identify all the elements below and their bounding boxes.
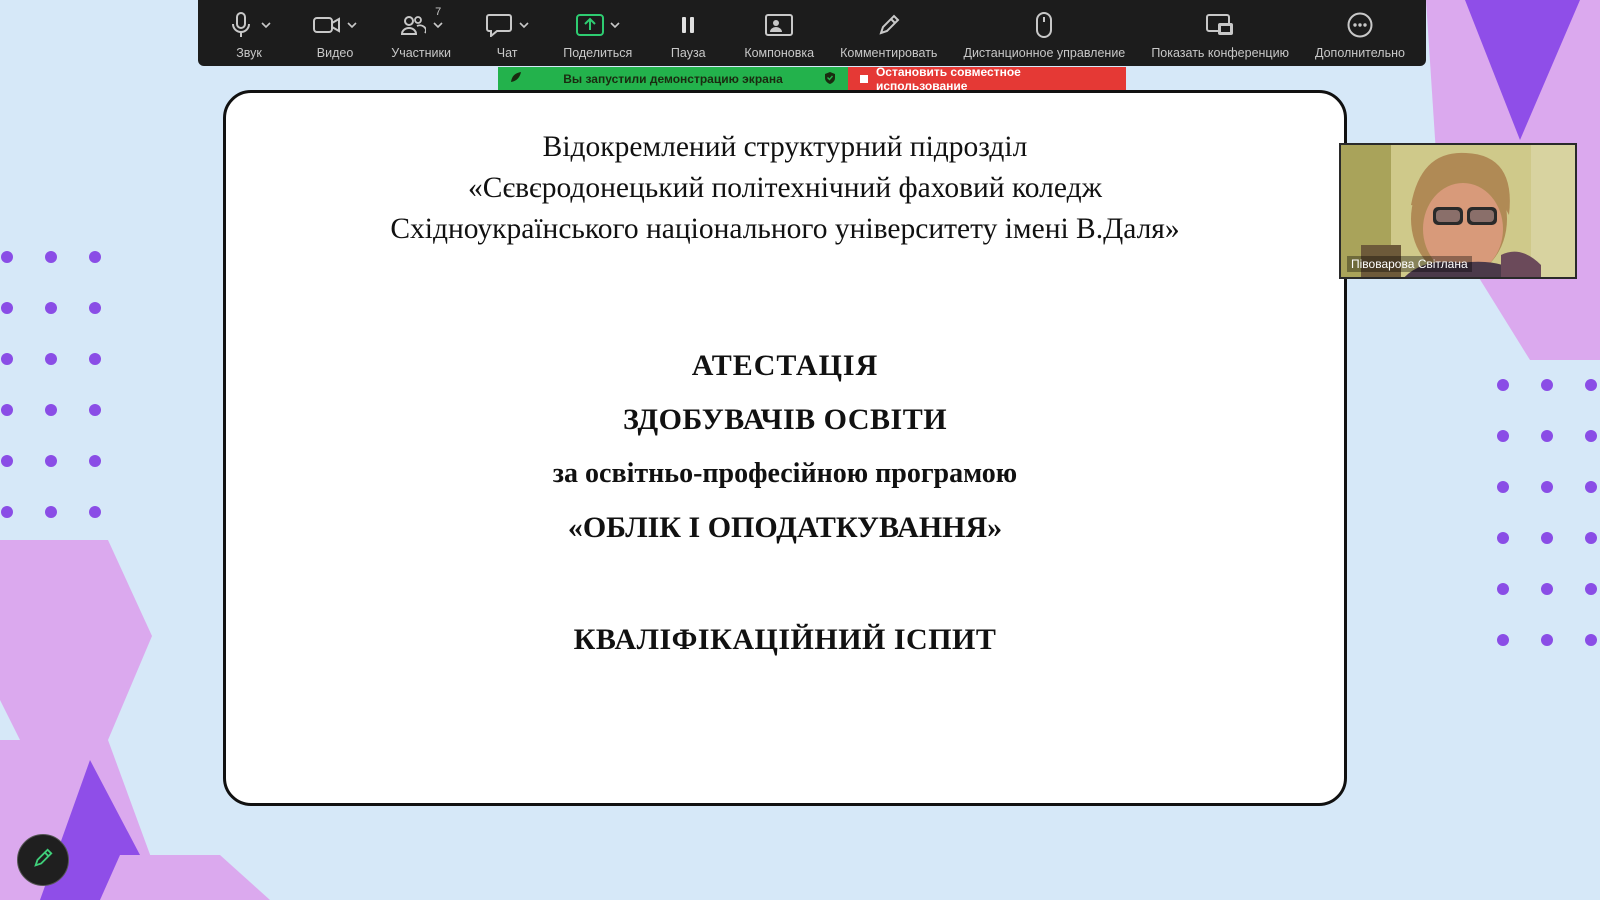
stop-share-button[interactable]: Остановить совместное использование: [848, 64, 1126, 93]
audio-button[interactable]: Звук: [219, 0, 279, 66]
layout-button[interactable]: Компоновка: [744, 0, 814, 66]
title-line: за освітньо-професійною програмою: [552, 458, 1018, 489]
shared-slide: Відокремлений структурний підрозділ «Сєв…: [223, 90, 1347, 806]
annotate-label: Комментировать: [840, 46, 938, 60]
share-status-banner: Вы запустили демонстрацию экрана Останов…: [498, 64, 1126, 93]
dots-left: [1, 251, 101, 518]
institution-line: Східноукраїнського національного універс…: [390, 213, 1180, 245]
layout-label: Компоновка: [744, 46, 815, 60]
participant-name: Півоварова Світлана: [1347, 256, 1472, 272]
participant-video-tile[interactable]: Півоварова Світлана: [1339, 143, 1577, 279]
show-meeting-label: Показать конференцию: [1151, 46, 1289, 60]
remote-control-label: Дистанционное управление: [963, 46, 1126, 60]
chat-button[interactable]: Чат: [477, 0, 537, 66]
participants-label: Участники: [391, 46, 451, 60]
title-line: АТЕСТАЦІЯ: [691, 349, 879, 382]
more-button[interactable]: Дополнительно: [1315, 0, 1405, 66]
chevron-down-icon[interactable]: [610, 20, 620, 30]
mouse-icon: [1030, 11, 1058, 39]
institution-line: Відокремлений структурний підрозділ: [542, 131, 1028, 163]
title-line: «ОБЛІК І ОПОДАТКУВАННЯ»: [567, 511, 1003, 544]
layout-icon: [765, 11, 794, 39]
remote-control-button[interactable]: Дистанционное управление: [963, 0, 1125, 66]
more-label: Дополнительно: [1315, 46, 1405, 60]
show-meeting-icon: [1206, 11, 1234, 39]
participants-count: 7: [435, 6, 442, 18]
microphone-icon: [227, 11, 255, 39]
pencil-icon: [875, 11, 903, 39]
video-label: Видео: [316, 46, 354, 60]
leaf-icon: [510, 71, 522, 86]
share-status-text: Вы запустили демонстрацию экрана: [563, 71, 783, 86]
pause-label: Пауза: [670, 46, 706, 60]
participants-button[interactable]: 7 Участники: [391, 0, 451, 66]
stop-share-label: Остановить совместное использование: [875, 64, 1021, 93]
pause-share-button[interactable]: Пауза: [658, 0, 718, 66]
camera-icon: [313, 11, 341, 39]
chat-label: Чат: [496, 46, 518, 60]
chevron-down-icon[interactable]: [433, 20, 443, 30]
annotate-button[interactable]: Комментировать: [840, 0, 937, 66]
institution-name: Відокремлений структурний підрозділ «Сєв…: [226, 127, 1344, 250]
stop-icon: [860, 74, 868, 83]
dots-right: [1497, 379, 1597, 646]
shield-icon: [824, 71, 836, 87]
chevron-down-icon[interactable]: [261, 20, 271, 30]
share-label: Поделиться: [563, 46, 633, 60]
meeting-toolbar: Звук Видео 7 Участники Чат Поделиться Па…: [198, 0, 1426, 66]
exam-title: КВАЛІФІКАЦІЙНИЙ ІСПИТ: [573, 623, 997, 656]
annotation-tool-button[interactable]: [17, 834, 69, 886]
chevron-down-icon[interactable]: [519, 20, 529, 30]
pencil-icon: [32, 847, 54, 873]
pause-icon: [674, 11, 702, 39]
video-button[interactable]: Видео: [305, 0, 365, 66]
chevron-down-icon[interactable]: [347, 20, 357, 30]
audio-label: Звук: [236, 46, 262, 60]
slide-title: АТЕСТАЦІЯ ЗДОБУВАЧІВ ОСВІТИ за освітньо-…: [226, 339, 1344, 555]
chat-bubble-icon: [485, 11, 513, 39]
more-dots-icon: [1346, 11, 1374, 39]
share-status-bar: Вы запустили демонстрацию экрана: [498, 67, 848, 90]
show-meeting-button[interactable]: Показать конференцию: [1151, 0, 1289, 66]
people-icon: [399, 11, 427, 39]
institution-line: «Сєвєродонецький політехнічний фаховий к…: [468, 172, 1102, 204]
title-line: ЗДОБУВАЧІВ ОСВІТИ: [622, 403, 948, 436]
share-screen-icon: [575, 11, 604, 39]
share-screen-button[interactable]: Поделиться: [563, 0, 632, 66]
